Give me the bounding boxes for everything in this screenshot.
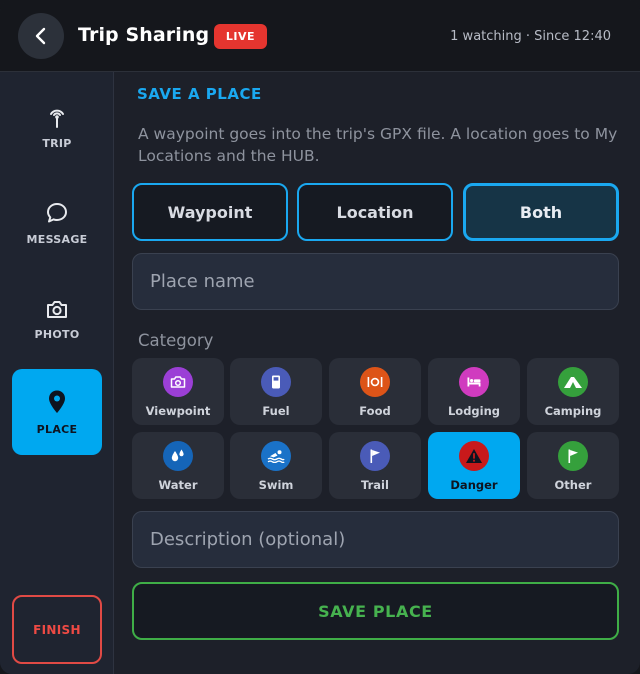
- description-input[interactable]: Description (optional): [132, 511, 619, 568]
- category-name: Danger: [450, 478, 498, 492]
- header: Trip Sharing LIVE 1 watching · Since 12:…: [0, 0, 640, 72]
- camera-icon: [47, 300, 67, 318]
- category-viewpoint[interactable]: Viewpoint: [132, 358, 224, 425]
- category-lodging[interactable]: Lodging: [428, 358, 520, 425]
- category-food[interactable]: Food: [329, 358, 421, 425]
- page-title: Trip Sharing: [78, 24, 210, 46]
- category-name: Camping: [544, 404, 602, 418]
- both-option-button[interactable]: Both: [463, 183, 619, 241]
- back-button[interactable]: [18, 13, 64, 59]
- sidebar-item-label: TRIP: [42, 136, 72, 150]
- description-text: A waypoint goes into the trip's GPX file…: [138, 125, 618, 165]
- sidebar-item-photo[interactable]: PHOTO: [12, 276, 102, 362]
- category-water[interactable]: Water: [132, 432, 224, 499]
- chevron-left-icon: [35, 27, 46, 45]
- live-badge: LIVE: [214, 24, 267, 49]
- save-place-button[interactable]: SAVE PLACE: [132, 582, 619, 640]
- category-name: Lodging: [447, 404, 501, 418]
- category-other[interactable]: Other: [527, 432, 619, 499]
- category-name: Swim: [258, 478, 294, 492]
- watching-status: 1 watching · Since 12:40: [450, 29, 611, 44]
- location-pin-icon: [49, 390, 65, 413]
- waypoint-option-button[interactable]: Waypoint: [132, 183, 288, 241]
- camera-icon: [163, 367, 193, 397]
- flag-icon: [360, 441, 390, 471]
- category-name: Trail: [361, 478, 389, 492]
- tent-icon: [558, 367, 588, 397]
- sidebar-item-label: PLACE: [36, 422, 78, 436]
- location-option-button[interactable]: Location: [297, 183, 453, 241]
- category-name: Other: [554, 478, 592, 492]
- sidebar-item-label: PHOTO: [34, 327, 80, 341]
- warning-icon: [459, 441, 489, 471]
- category-name: Food: [359, 404, 391, 418]
- sidebar: TRIP MESSAGE PHOTO PLACE FINISH: [0, 72, 114, 674]
- finish-button[interactable]: FINISH: [12, 595, 102, 664]
- category-name: Fuel: [262, 404, 290, 418]
- sidebar-item-trip[interactable]: TRIP: [12, 84, 102, 170]
- swimmer-icon: [261, 441, 291, 471]
- chat-bubble-icon: [47, 202, 67, 222]
- section-title: SAVE A PLACE: [137, 85, 262, 103]
- flag-icon: [558, 441, 588, 471]
- bed-icon: [459, 367, 489, 397]
- category-camping[interactable]: Camping: [527, 358, 619, 425]
- category-label: Category: [138, 331, 214, 350]
- category-swim[interactable]: Swim: [230, 432, 322, 499]
- save-place-panel: SAVE A PLACE A waypoint goes into the tr…: [114, 72, 640, 674]
- sidebar-item-message[interactable]: MESSAGE: [12, 180, 102, 266]
- category-name: Viewpoint: [145, 404, 211, 418]
- sidebar-item-place[interactable]: PLACE: [12, 369, 102, 455]
- place-name-input[interactable]: Place name: [132, 253, 619, 310]
- fuel-pump-icon: [261, 367, 291, 397]
- plate-cutlery-icon: [360, 367, 390, 397]
- water-drops-icon: [163, 441, 193, 471]
- category-trail[interactable]: Trail: [329, 432, 421, 499]
- app-window: Trip Sharing LIVE 1 watching · Since 12:…: [0, 0, 640, 674]
- category-fuel[interactable]: Fuel: [230, 358, 322, 425]
- antenna-icon: [50, 109, 64, 128]
- sidebar-item-label: MESSAGE: [26, 232, 88, 246]
- category-danger[interactable]: Danger: [428, 432, 520, 499]
- category-name: Water: [158, 478, 198, 492]
